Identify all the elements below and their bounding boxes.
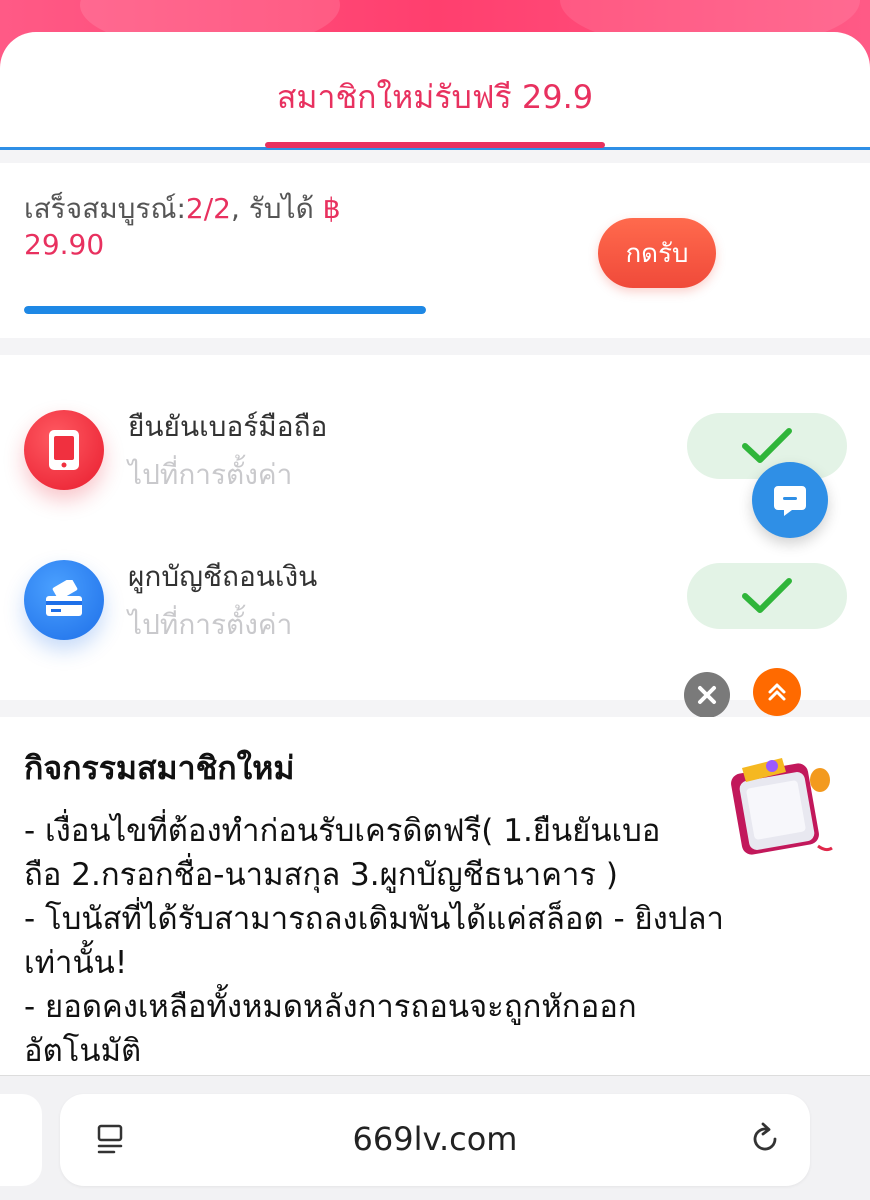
rule-line: - โบนัสที่ได้รับสามารถลงเดิมพันได้แค่สล็…	[24, 901, 724, 937]
tab-bar: สมาชิกใหม่รับฟรี 29.9	[0, 32, 870, 150]
chat-support-button[interactable]	[752, 462, 828, 538]
progress-bar	[24, 306, 426, 314]
card-icon	[24, 560, 104, 640]
url-text: 669lv.com	[352, 1120, 518, 1158]
receive-text: , รับได้	[230, 192, 323, 225]
progress-text: เสร็จสมบูรณ์:2/2, รับได้ ฿ 29.90	[24, 191, 444, 263]
checkmark-icon	[742, 578, 792, 613]
scroll-top-button[interactable]	[753, 668, 801, 716]
browser-toolbar: 669lv.com	[0, 1075, 870, 1200]
gift-box-icon[interactable]	[722, 750, 840, 860]
tab-new-member[interactable]: สมาชิกใหม่รับฟรี 29.9	[0, 72, 870, 123]
progress-card: เสร็จสมบูรณ์:2/2, รับได้ ฿ 29.90 กดรับ	[0, 163, 870, 338]
chat-icon	[774, 486, 806, 516]
activity-title: กิจกรรมสมาชิกใหม่	[24, 749, 295, 787]
activity-rules: - เงื่อนไขที่ต้องทำก่อนรับเครดิตฟรี( 1.ย…	[24, 809, 844, 1073]
tab-active-indicator	[265, 142, 605, 148]
task-complete-badge	[687, 563, 847, 629]
progress-label: เสร็จสมบูรณ์:	[24, 192, 186, 225]
double-chevron-up-icon	[768, 683, 786, 701]
reward-amount: 29.90	[24, 228, 105, 261]
task-settings-link[interactable]: ไปที่การตั้งค่า	[128, 603, 292, 647]
progress-bar-fill	[24, 306, 426, 314]
close-icon	[698, 686, 716, 704]
rule-line: - เงื่อนไขที่ต้องทำก่อนรับเครดิตฟรี( 1.ย…	[24, 813, 661, 849]
phone-icon	[24, 410, 104, 490]
progress-count: 2/2	[185, 192, 231, 225]
task-settings-link[interactable]: ไปที่การตั้งค่า	[128, 453, 292, 497]
task-list: ยืนยันเบอร์มือถือ ไปที่การตั้งค่า ผูกบัญ…	[0, 355, 870, 700]
task-title: ยืนยันเบอร์มือถือ	[128, 410, 328, 443]
reload-icon[interactable]	[746, 1120, 784, 1158]
currency-symbol: ฿	[322, 192, 341, 225]
previous-tab[interactable]	[0, 1094, 42, 1186]
rule-line: - ยอดคงเหลือทั้งหมดหลังการถอนจะถูกหักออก	[24, 989, 637, 1025]
close-button[interactable]	[684, 672, 730, 718]
rule-line: อัตโนมัติ	[24, 1033, 142, 1069]
task-bind-account[interactable]: ผูกบัญชีถอนเงิน ไปที่การตั้งค่า	[0, 545, 870, 655]
rule-line: ถือ 2.กรอกชื่อ-นามสกุล 3.ผูกบัญชีธนาคาร …	[24, 857, 618, 893]
checkmark-icon	[742, 428, 792, 463]
claim-button[interactable]: กดรับ	[598, 218, 716, 288]
rule-line: เท่านั้น!	[24, 945, 128, 981]
address-bar[interactable]: 669lv.com	[60, 1094, 810, 1186]
task-verify-phone[interactable]: ยืนยันเบอร์มือถือ ไปที่การตั้งค่า	[0, 395, 870, 505]
task-title: ผูกบัญชีถอนเงิน	[128, 560, 318, 593]
